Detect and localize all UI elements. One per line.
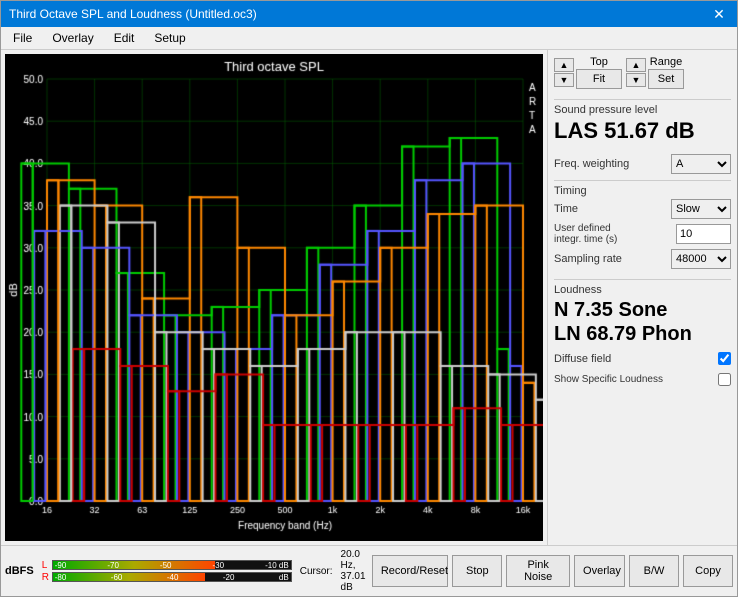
- timing-section: Timing Time Slow Fast Impulse User defin…: [554, 180, 731, 273]
- diffuse-field-checkbox[interactable]: [718, 352, 731, 365]
- user-defined-label: User definedintegr. time (s): [554, 223, 617, 245]
- loudness-ln-value: LN 68.79 Phon: [554, 322, 731, 346]
- stop-btn[interactable]: Stop: [452, 555, 502, 587]
- time-row: Time Slow Fast Impulse: [554, 199, 731, 219]
- top-arrows: ▲ ▼: [554, 58, 574, 87]
- top-down-btn[interactable]: ▼: [554, 73, 574, 87]
- time-select[interactable]: Slow Fast Impulse: [671, 199, 731, 219]
- bottom-bar: dBFS L -90-70-50-30-10 dB R: [1, 545, 737, 596]
- meter-r-fill: [53, 573, 205, 581]
- meter-r-bar: -80-60-40-20dB: [52, 572, 292, 582]
- set-btn[interactable]: Set: [648, 69, 684, 89]
- freq-weighting-label: Freq. weighting: [554, 158, 629, 170]
- cursor-info: dBFS L -90-70-50-30-10 dB R: [5, 549, 372, 593]
- spl-section: Sound pressure level LAS 51.67 dB: [554, 99, 731, 144]
- menu-bar: File Overlay Edit Setup: [1, 27, 737, 50]
- meter-container: L -90-70-50-30-10 dB R: [42, 560, 292, 583]
- fit-btn[interactable]: Fit: [576, 69, 622, 89]
- bw-btn[interactable]: B/W: [629, 555, 679, 587]
- chart-area: [5, 54, 543, 541]
- meter-l-fill: [53, 561, 215, 569]
- menu-overlay[interactable]: Overlay: [44, 29, 101, 47]
- status-row: dBFS L -90-70-50-30-10 dB R: [5, 548, 733, 594]
- close-button[interactable]: ✕: [709, 4, 729, 24]
- title-bar: Third Octave SPL and Loudness (Untitled.…: [1, 1, 737, 27]
- spl-value: LAS 51.67 dB: [554, 118, 731, 144]
- range-down-btn[interactable]: ▼: [626, 73, 646, 87]
- top-group: Top Fit: [576, 56, 622, 89]
- show-specific-row: Show Specific Loudness: [554, 373, 731, 386]
- right-panel: ▲ ▼ Top Fit ▲ ▼ Range Set: [547, 50, 737, 545]
- sampling-rate-label: Sampling rate: [554, 253, 622, 265]
- main-content: ▲ ▼ Top Fit ▲ ▼ Range Set: [1, 50, 737, 545]
- menu-file[interactable]: File: [5, 29, 40, 47]
- user-defined-row: User definedintegr. time (s): [554, 223, 731, 245]
- sampling-rate-select[interactable]: 44100 48000 96000: [671, 249, 731, 269]
- overlay-btn[interactable]: Overlay: [574, 555, 625, 587]
- sampling-rate-row: Sampling rate 44100 48000 96000: [554, 249, 731, 269]
- cursor-label: Cursor:: [300, 566, 333, 577]
- user-defined-input[interactable]: [676, 224, 731, 244]
- time-label: Time: [554, 203, 578, 215]
- meter-l-row: L -90-70-50-30-10 dB: [42, 560, 292, 571]
- action-buttons: Record/Reset Stop Pink Noise Overlay B/W…: [372, 553, 733, 589]
- main-window: Third Octave SPL and Loudness (Untitled.…: [0, 0, 738, 597]
- timing-section-label: Timing: [554, 185, 731, 197]
- top-btn-area: ▲ ▼ Top Fit: [554, 56, 622, 89]
- show-specific-label: Show Specific Loudness: [554, 374, 663, 385]
- record-reset-btn[interactable]: Record/Reset: [372, 555, 448, 587]
- copy-btn[interactable]: Copy: [683, 555, 733, 587]
- menu-edit[interactable]: Edit: [106, 29, 143, 47]
- loudness-n-value: N 7.35 Sone: [554, 298, 731, 322]
- loudness-section-label: Loudness: [554, 284, 731, 296]
- freq-weighting-select[interactable]: A B C Z: [671, 154, 731, 174]
- dbfs-label: dBFS: [5, 565, 34, 577]
- menu-setup[interactable]: Setup: [146, 29, 193, 47]
- top-label: Top: [590, 56, 608, 68]
- freq-weighting-row: Freq. weighting A B C Z: [554, 154, 731, 174]
- loudness-section: Loudness N 7.35 Sone LN 68.79 Phon: [554, 279, 731, 346]
- spl-section-label: Sound pressure level: [554, 104, 731, 116]
- window-title: Third Octave SPL and Loudness (Untitled.…: [9, 7, 257, 21]
- diffuse-field-label: Diffuse field: [554, 353, 611, 365]
- top-up-btn[interactable]: ▲: [554, 58, 574, 72]
- diffuse-field-row: Diffuse field: [554, 352, 731, 365]
- range-btn-area: ▲ ▼ Range Set: [626, 56, 684, 89]
- show-specific-checkbox[interactable]: [718, 373, 731, 386]
- range-up-btn[interactable]: ▲: [626, 58, 646, 72]
- spl-chart: [5, 54, 543, 541]
- meter-r-row: R -80-60-40-20dB: [42, 572, 292, 583]
- meter-l-label: L: [42, 560, 50, 571]
- top-controls: ▲ ▼ Top Fit ▲ ▼ Range Set: [554, 56, 731, 89]
- range-arrows: ▲ ▼: [626, 58, 646, 87]
- range-group: Range Set: [648, 56, 684, 89]
- pink-noise-btn[interactable]: Pink Noise: [506, 555, 570, 587]
- meter-l-bar: -90-70-50-30-10 dB: [52, 560, 292, 570]
- range-label: Range: [650, 56, 682, 68]
- cursor-value: 20.0 Hz, 37.01 dB: [341, 549, 372, 593]
- meter-r-label: R: [42, 572, 50, 583]
